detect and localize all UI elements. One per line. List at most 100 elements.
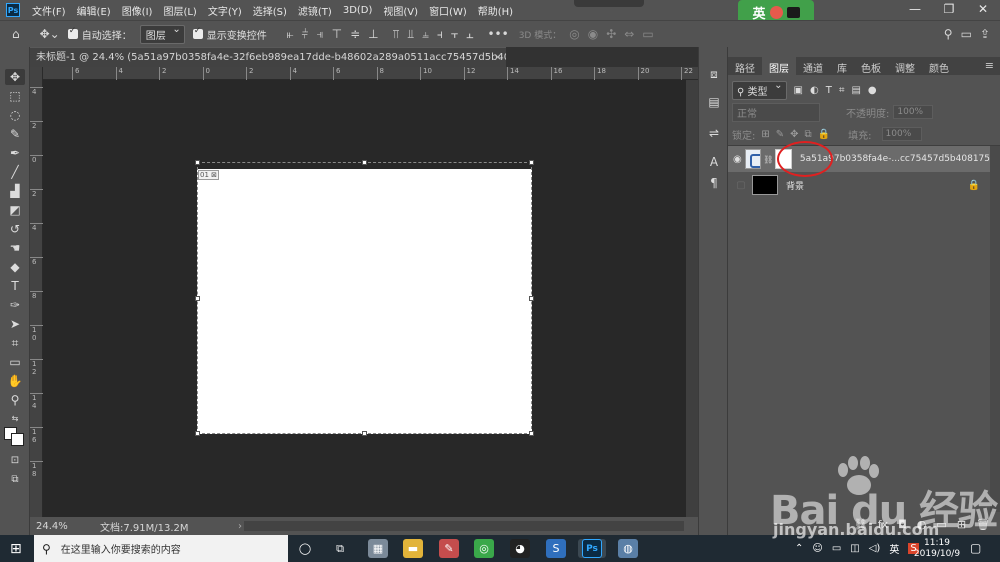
3d-camera-icon[interactable]: ▭ — [642, 27, 653, 41]
close-window-button[interactable]: ✕ — [966, 0, 1000, 20]
qq-icon[interactable]: ◕ — [510, 539, 530, 558]
layer-lock-icon[interactable]: 🔒 — [968, 180, 980, 191]
lock-pixels-icon[interactable]: ✎ — [776, 129, 784, 140]
tab-layers[interactable]: 图层 — [762, 57, 796, 75]
adjustments-icon[interactable]: ⧈ — [706, 67, 722, 81]
type-tool-icon[interactable]: T — [5, 278, 25, 294]
3d-roll-icon[interactable]: ◉ — [588, 27, 598, 41]
move-tool-icon[interactable]: ✥ — [5, 69, 25, 85]
transform-handle[interactable] — [529, 296, 534, 301]
menu-type[interactable]: 文字(Y) — [208, 3, 242, 18]
tab-swatches[interactable]: 色板 — [854, 57, 888, 75]
align-center-icon[interactable]: ⫩ — [302, 27, 309, 42]
visibility-toggle-icon[interactable]: ▢ — [732, 180, 750, 191]
clock[interactable]: 11:19 2019/10/9 — [912, 538, 962, 560]
align-middle-icon[interactable]: ≑ — [350, 27, 360, 41]
paint-bucket-tool-icon[interactable]: ◆ — [5, 259, 25, 275]
task-view-icon[interactable]: ⧉ — [330, 539, 350, 558]
brush-tool-icon[interactable]: ╱ — [5, 164, 25, 180]
minimize-button[interactable]: — — [898, 0, 932, 20]
clone-stamp-tool-icon[interactable]: ▟ — [5, 183, 25, 199]
people-icon[interactable]: ☺ — [812, 543, 822, 554]
tray-expand-icon[interactable]: ⌃ — [795, 543, 803, 554]
file-explorer-icon[interactable]: ▬ — [403, 539, 423, 558]
transform-handle[interactable] — [195, 160, 200, 165]
network-icon[interactable]: ◫ — [850, 543, 859, 554]
search-icon[interactable]: ⚲ — [944, 27, 953, 41]
path-select-tool-icon[interactable]: ➤ — [5, 316, 25, 332]
sogou-browser-icon[interactable]: S — [546, 539, 566, 558]
menu-edit[interactable]: 编辑(E) — [77, 3, 111, 18]
tab-color[interactable]: 颜色 — [922, 57, 956, 75]
share-icon[interactable]: ⇪ — [980, 27, 990, 41]
panel-menu-icon[interactable]: ≡ — [985, 59, 994, 72]
filter-shape-icon[interactable]: ⌗ — [839, 85, 845, 96]
3d-slide-icon[interactable]: ⇔ — [624, 27, 634, 41]
blend-mode-dropdown[interactable]: 正常 — [732, 102, 820, 122]
floating-widget-tab[interactable] — [574, 0, 644, 7]
distribute-left-icon[interactable]: ⫞ — [437, 27, 443, 42]
home-icon[interactable]: ⌂ — [12, 27, 20, 41]
move-tool-preset-icon[interactable]: ✥⌄ — [40, 27, 60, 41]
menu-help[interactable]: 帮助(H) — [478, 3, 513, 18]
workspace-icon[interactable]: ▭ — [961, 27, 972, 41]
screen-mode-icon[interactable]: ⧉ — [5, 472, 25, 488]
tab-libraries[interactable]: 库 — [830, 57, 854, 75]
menu-window[interactable]: 窗口(W) — [429, 3, 467, 18]
lasso-tool-icon[interactable]: ◌ — [5, 107, 25, 123]
network-app-icon[interactable]: ▦ — [368, 539, 388, 558]
zoom-tool-icon[interactable]: ⚲ — [5, 392, 25, 408]
volume-icon[interactable]: ◁) — [869, 543, 881, 554]
vertical-scrollbar[interactable] — [686, 80, 698, 517]
wechat-icon[interactable]: ◎ — [474, 539, 494, 558]
transform-handle[interactable] — [362, 160, 367, 165]
link-chain-icon[interactable]: ⛓ — [763, 155, 773, 164]
transform-handle[interactable] — [195, 296, 200, 301]
input-language-label[interactable]: 英 — [889, 541, 899, 556]
transform-handle[interactable] — [529, 160, 534, 165]
hand-tool-icon[interactable]: ✋ — [5, 373, 25, 389]
paint-app-icon[interactable]: ✎ — [439, 539, 459, 558]
photoshop-taskbar-icon[interactable]: Ps — [582, 539, 602, 558]
transform-bounding-box[interactable] — [195, 160, 534, 436]
swap-colors-icon[interactable]: ⇆ — [5, 411, 25, 427]
3d-orbit-icon[interactable]: ◎ — [569, 27, 579, 41]
horizontal-scrollbar[interactable] — [244, 521, 684, 531]
filter-toggle-icon[interactable]: ● — [868, 85, 877, 96]
filter-smart-object-icon[interactable]: ▤ — [851, 85, 860, 96]
filter-type-icon[interactable]: T — [826, 85, 832, 96]
transform-handle[interactable] — [195, 431, 200, 436]
lock-position-icon[interactable]: ✥ — [790, 129, 798, 140]
pen-tool-icon[interactable]: ✑ — [5, 297, 25, 313]
transform-handle[interactable] — [529, 431, 534, 436]
windows-start-icon[interactable]: ⊞ — [10, 541, 22, 557]
eraser-tool-icon[interactable]: ◩ — [5, 202, 25, 218]
background-color-swatch[interactable] — [11, 433, 24, 446]
transform-handle[interactable] — [362, 431, 367, 436]
tab-paths[interactable]: 路径 — [728, 57, 762, 75]
distribute-bottom-icon[interactable]: ⫨ — [422, 27, 429, 42]
rectangle-tool-icon[interactable]: ▭ — [5, 354, 25, 370]
fill-input[interactable]: 100% — [881, 127, 922, 141]
distribute-right-icon[interactable]: ⫠ — [466, 27, 473, 42]
notification-icon[interactable]: ▢ — [970, 541, 981, 555]
lock-transparent-icon[interactable]: ⊞ — [761, 129, 769, 140]
distribute-middle-icon[interactable]: ⫫ — [407, 27, 414, 42]
more-options-icon[interactable]: ••• — [487, 27, 508, 41]
menu-select[interactable]: 选择(S) — [253, 3, 287, 18]
taskbar-search-box[interactable]: ⚲ 在这里输入你要搜索的内容 — [34, 535, 288, 562]
align-top-icon[interactable]: ⊤ — [332, 27, 342, 41]
menu-layer[interactable]: 图层(L) — [163, 3, 196, 18]
filter-kind-dropdown[interactable]: ⚲ 类型 — [732, 80, 787, 100]
lock-all-icon[interactable]: 🔒 — [818, 129, 830, 140]
menu-3d[interactable]: 3D(D) — [343, 5, 373, 16]
auto-select-checkbox[interactable]: 自动选择： — [67, 26, 132, 42]
character-icon[interactable]: A — [706, 155, 722, 169]
quick-select-tool-icon[interactable]: ✎ — [5, 126, 25, 142]
filter-pixel-icon[interactable]: ▣ — [794, 85, 803, 96]
layers-scrollbar[interactable] — [990, 146, 1000, 512]
paragraph-icon[interactable]: ¶ — [706, 176, 722, 190]
libraries-icon[interactable]: ▤ — [706, 95, 722, 109]
tab-channels[interactable]: 通道 — [796, 57, 830, 75]
auto-select-dropdown[interactable]: 图层 — [139, 24, 185, 44]
